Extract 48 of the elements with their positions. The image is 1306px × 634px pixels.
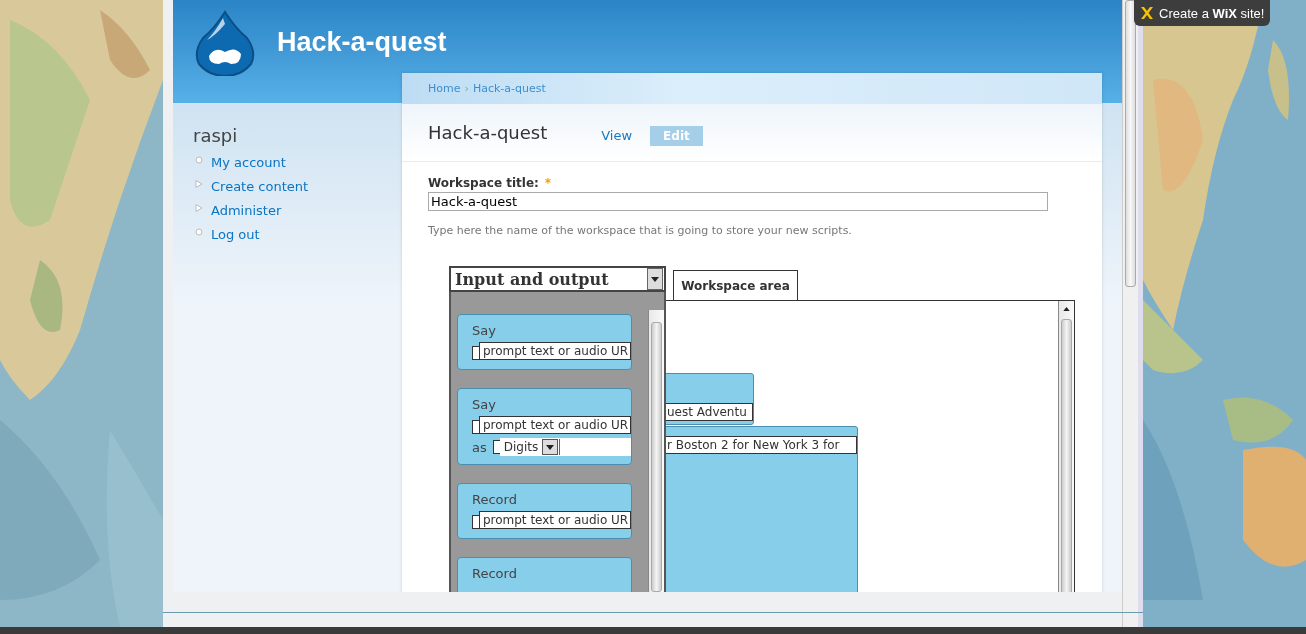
workspace-tab[interactable]: Workspace area bbox=[673, 270, 798, 300]
sidebar-link[interactable]: Administer bbox=[211, 202, 282, 218]
required-mark: * bbox=[544, 176, 552, 190]
breadcrumb-separator: › bbox=[464, 82, 469, 95]
promo-badge[interactable]: Create a WiX site! bbox=[1134, 0, 1271, 26]
circle-bullet-icon bbox=[195, 156, 203, 164]
title-input-field[interactable]: Hack-a-quest bbox=[428, 192, 1048, 211]
code-block[interactable]: r Boston 2 for New York 3 for bbox=[666, 426, 858, 592]
code-block[interactable]: Record prompt text or audio UR bbox=[457, 483, 632, 539]
field-description: Type here the name of the workspace that is going to store your new scripts. bbox=[428, 224, 853, 237]
user-name: raspi bbox=[193, 125, 239, 146]
code-block[interactable]: Say prompt text or audio UR as Digits bbox=[457, 388, 632, 465]
sidebar-link[interactable]: My account bbox=[211, 154, 286, 170]
circle-bullet-icon bbox=[195, 228, 203, 236]
sidebar-link[interactable]: Log out bbox=[211, 226, 260, 242]
site-title: Hack-a-quest bbox=[277, 27, 447, 58]
block-text-field[interactable]: prompt text or audio UR bbox=[478, 342, 631, 360]
input-notch bbox=[492, 440, 500, 454]
block-text-field[interactable]: r Boston 2 for New York 3 for bbox=[666, 436, 857, 454]
code-block[interactable]: uest Adventu bbox=[666, 373, 754, 425]
triangle-bullet-icon bbox=[195, 180, 203, 188]
scrollbar[interactable] bbox=[1122, 0, 1138, 627]
block-text-field[interactable]: prompt text or audio UR bbox=[478, 511, 631, 529]
block-text-field[interactable]: uest Adventu bbox=[666, 403, 753, 421]
block-text-field[interactable]: prompt text or audio UR bbox=[478, 416, 631, 434]
caret-icon bbox=[651, 276, 659, 282]
input-notch bbox=[472, 346, 479, 360]
scrollbar[interactable] bbox=[648, 310, 664, 592]
scrollbar[interactable] bbox=[1058, 301, 1074, 592]
input-notch bbox=[472, 420, 479, 434]
input-notch bbox=[472, 515, 479, 529]
block-label: as bbox=[472, 439, 487, 455]
x-logo-icon bbox=[1140, 6, 1154, 20]
block-title: Record bbox=[472, 566, 518, 581]
page-tab[interactable]: View bbox=[597, 125, 637, 146]
code-block[interactable]: Record bbox=[457, 557, 632, 592]
block-title: Say bbox=[472, 397, 497, 412]
scroll-up-icon[interactable] bbox=[1063, 307, 1070, 311]
field-label: Workspace title: bbox=[428, 176, 539, 190]
category-dropdown[interactable]: Input and output bbox=[449, 266, 666, 292]
block-title: Record bbox=[472, 492, 518, 507]
drop-icon bbox=[195, 9, 255, 76]
page-title: Hack-a-quest bbox=[428, 122, 548, 143]
code-block[interactable]: Say prompt text or audio UR bbox=[457, 314, 632, 370]
block-title: Say bbox=[472, 323, 497, 338]
sidebar-link[interactable]: Create content bbox=[211, 178, 309, 194]
caret-icon bbox=[546, 444, 555, 450]
triangle-bullet-icon bbox=[195, 204, 203, 212]
